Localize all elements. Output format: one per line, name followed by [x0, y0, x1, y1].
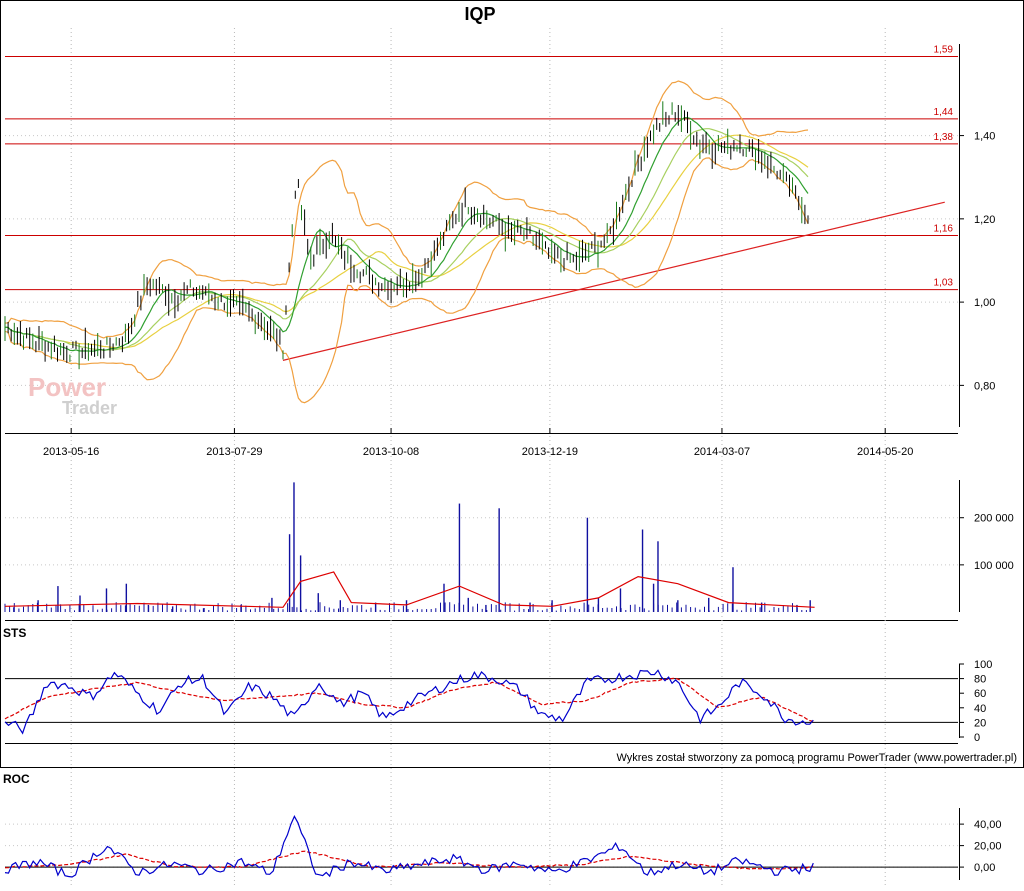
- x-tick-label-0: 2013-05-16: [43, 446, 99, 458]
- price-y-label-0: 1,40: [974, 131, 995, 143]
- moving-average-short: [4, 116, 809, 352]
- sts-signal-line: [4, 677, 814, 722]
- powertrader-watermark: Power Trader: [28, 372, 117, 418]
- sts-oscillator-line: [4, 669, 814, 735]
- x-tick-label-1: 2013-07-29: [206, 446, 262, 458]
- roc-y-label-0: 40,00: [974, 819, 1002, 831]
- chart-title: IQP: [464, 4, 495, 24]
- price-y-label-1: 1,20: [974, 214, 995, 226]
- volume-y-label-0: 200 000: [974, 513, 1014, 525]
- level-label-3: 1,16: [934, 224, 954, 235]
- price-y-label-3: 0,80: [974, 380, 995, 392]
- x-tick-label-5: 2014-05-20: [857, 446, 913, 458]
- x-tick-label-4: 2014-03-07: [694, 446, 750, 458]
- sts-y-label-1: 80: [974, 674, 986, 686]
- volume-y-label-1: 100 000: [974, 560, 1014, 572]
- moving-average-long: [4, 134, 809, 349]
- sts-y-label-5: 0: [974, 732, 980, 744]
- roc-line: [4, 815, 814, 878]
- level-label-4: 1,03: [934, 278, 954, 289]
- roc-layer: [4, 815, 958, 878]
- watermark-trader: Trader: [62, 398, 117, 418]
- sts-y-label-0: 100: [974, 659, 992, 671]
- stock-chart: 2013-05-16 2013-07-29 2013-10-08 2013-12-19…: [0, 0, 1024, 885]
- sts-layer: [4, 669, 958, 735]
- level-label-0: 1,59: [934, 44, 954, 55]
- sts-y-label-2: 60: [974, 688, 986, 700]
- volume-layer: [4, 482, 815, 612]
- sts-y-label-3: 40: [974, 703, 986, 715]
- moving-average-mid: [4, 128, 809, 352]
- level-label-2: 1,38: [934, 132, 954, 143]
- sts-panel-title: STS: [3, 626, 26, 640]
- panel-frames: [0, 0, 1024, 880]
- roc-y-label-2: 0,00: [974, 862, 995, 874]
- price-layer: 1,59 1,44 1,38 1,16 1,03: [4, 44, 958, 404]
- sts-y-label-4: 20: [974, 717, 986, 729]
- x-tick-label-3: 2013-12-19: [522, 446, 578, 458]
- x-tick-label-2: 2013-10-08: [363, 446, 419, 458]
- level-label-1: 1,44: [934, 107, 954, 118]
- roc-y-label-1: 20,00: [974, 841, 1002, 853]
- price-y-label-2: 1,00: [974, 297, 995, 309]
- roc-panel-title: ROC: [3, 772, 30, 786]
- price-panel-frame: [0, 0, 1024, 768]
- powertrader-credit: Wykres został stworzony za pomocą progra…: [616, 752, 1017, 764]
